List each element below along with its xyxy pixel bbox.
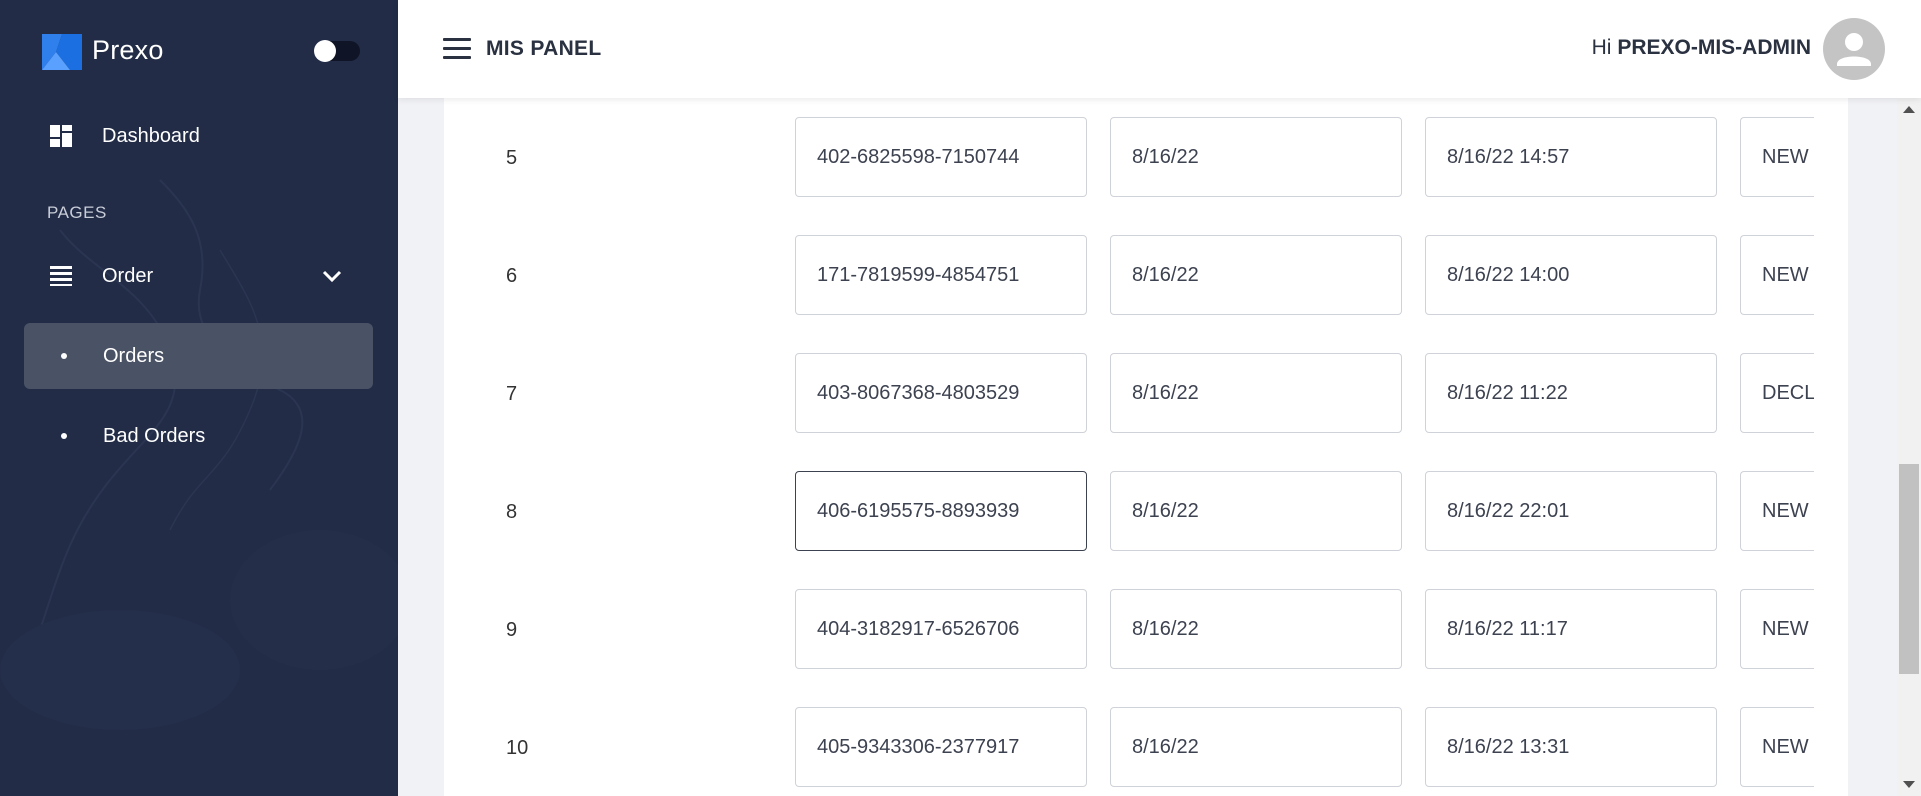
prexo-logo-icon	[42, 34, 82, 70]
order-timestamp-input[interactable]: 8/16/22 13:31	[1425, 707, 1717, 787]
theme-toggle[interactable]	[314, 40, 360, 62]
brand[interactable]: Prexo	[42, 30, 164, 70]
sidebar-item-label: Orders	[103, 344, 165, 367]
order-id-input[interactable]: 171-7819599-4854751	[795, 235, 1087, 315]
greeting-prefix: Hi	[1591, 36, 1612, 59]
row-number: 5	[506, 147, 518, 169]
order-status-input[interactable]: NEW	[1740, 589, 1814, 669]
bullet-icon	[61, 353, 67, 359]
order-id-input[interactable]: 403-8067368-4803529	[795, 353, 1087, 433]
sidebar: Prexo Dashboard PAGES Order Orders Bad O…	[0, 0, 398, 796]
top-header: MIS PANEL Hi PREXO-MIS-ADMIN	[398, 0, 1921, 98]
chevron-down-icon	[322, 270, 342, 283]
order-date-input[interactable]: 8/16/22	[1110, 353, 1402, 433]
brand-name: Prexo	[92, 34, 164, 65]
row-number: 10	[506, 737, 529, 759]
hamburger-menu-icon[interactable]	[443, 38, 471, 60]
bullet-icon	[61, 433, 67, 439]
page-title: MIS PANEL	[486, 37, 602, 60]
dashboard-icon	[48, 123, 74, 149]
orders-table: 5 402-6825598-7150744 8/16/22 8/16/22 14…	[444, 98, 1848, 796]
user-greeting: Hi PREXO-MIS-ADMIN	[1592, 36, 1811, 60]
order-id-input[interactable]: 406-6195575-8893939	[795, 471, 1087, 551]
order-status-input[interactable]: NEW	[1740, 117, 1814, 197]
row-number: 6	[506, 265, 518, 287]
order-id-input[interactable]: 404-3182917-6526706	[795, 589, 1087, 669]
order-status-input[interactable]: NEW	[1740, 235, 1814, 315]
order-timestamp-input[interactable]: 8/16/22 11:17	[1425, 589, 1717, 669]
toggle-knob	[314, 40, 336, 62]
order-id-input[interactable]: 402-6825598-7150744	[795, 117, 1087, 197]
row-number: 9	[506, 619, 518, 641]
section-label-pages: PAGES	[47, 203, 107, 222]
table-row: 9 404-3182917-6526706 8/16/22 8/16/22 11…	[444, 589, 1848, 669]
order-date-input[interactable]: 8/16/22	[1110, 117, 1402, 197]
order-timestamp-input[interactable]: 8/16/22 22:01	[1425, 471, 1717, 551]
order-date-input[interactable]: 8/16/22	[1110, 707, 1402, 787]
sidebar-item-label: Order	[102, 264, 154, 287]
table-row: 7 403-8067368-4803529 8/16/22 8/16/22 11…	[444, 353, 1848, 433]
sidebar-item-orders[interactable]: Orders	[24, 323, 373, 389]
user-icon	[1837, 33, 1871, 66]
sidebar-item-dashboard[interactable]: Dashboard	[24, 103, 373, 169]
vertical-scrollbar[interactable]	[1897, 98, 1921, 796]
sidebar-item-bad-orders[interactable]: Bad Orders	[24, 403, 373, 469]
order-timestamp-input[interactable]: 8/16/22 11:22	[1425, 353, 1717, 433]
table-row: 5 402-6825598-7150744 8/16/22 8/16/22 14…	[444, 117, 1848, 197]
order-status-input[interactable]: DECL	[1740, 353, 1814, 433]
table-row: 6 171-7819599-4854751 8/16/22 8/16/22 14…	[444, 235, 1848, 315]
order-status-input[interactable]: NEW	[1740, 471, 1814, 551]
order-date-input[interactable]: 8/16/22	[1110, 235, 1402, 315]
scroll-thumb[interactable]	[1899, 464, 1919, 674]
sidebar-item-order[interactable]: Order	[24, 243, 373, 309]
username: PREXO-MIS-ADMIN	[1617, 36, 1811, 59]
scroll-up-arrow-icon[interactable]	[1903, 106, 1915, 113]
scroll-down-arrow-icon[interactable]	[1903, 781, 1915, 788]
table-row: 10 405-9343306-2377917 8/16/22 8/16/22 1…	[444, 707, 1848, 787]
order-id-input[interactable]: 405-9343306-2377917	[795, 707, 1087, 787]
order-date-input[interactable]: 8/16/22	[1110, 471, 1402, 551]
sidebar-item-label: Bad Orders	[103, 424, 206, 447]
list-icon	[48, 263, 74, 289]
row-number: 7	[506, 383, 518, 405]
row-number: 8	[506, 501, 518, 523]
order-timestamp-input[interactable]: 8/16/22 14:00	[1425, 235, 1717, 315]
order-date-input[interactable]: 8/16/22	[1110, 589, 1402, 669]
table-row: 8 406-6195575-8893939 8/16/22 8/16/22 22…	[444, 471, 1848, 551]
sidebar-item-label: Dashboard	[102, 124, 200, 147]
order-status-input[interactable]: NEW	[1740, 707, 1814, 787]
order-timestamp-input[interactable]: 8/16/22 14:57	[1425, 117, 1717, 197]
avatar[interactable]	[1823, 18, 1885, 80]
